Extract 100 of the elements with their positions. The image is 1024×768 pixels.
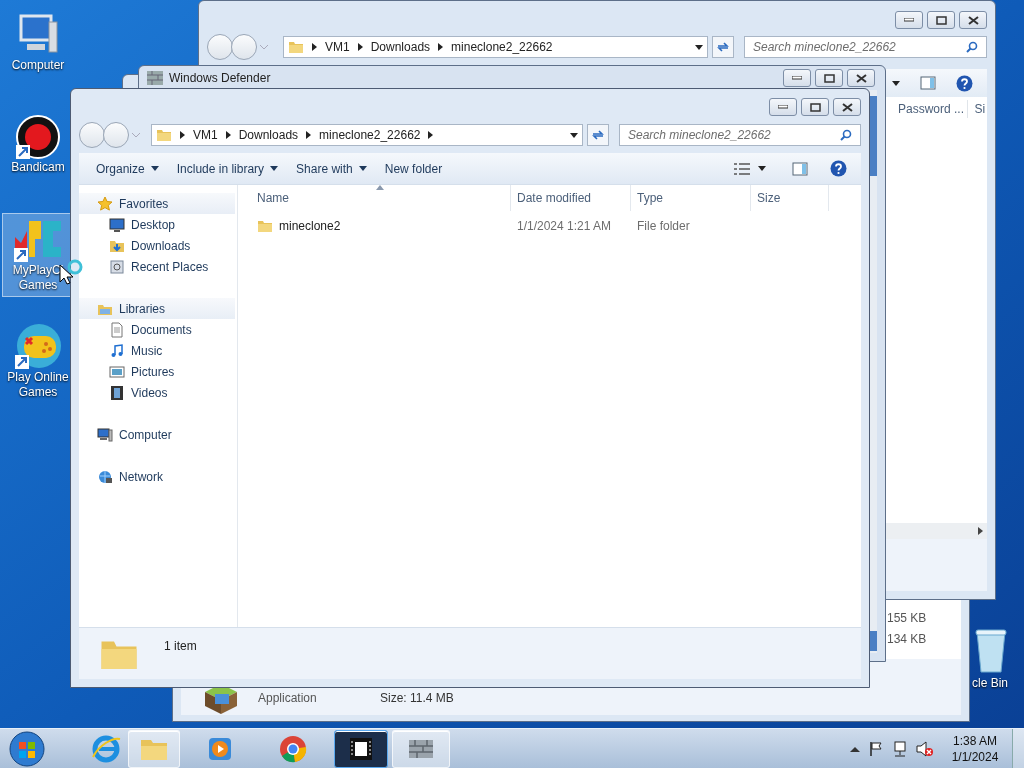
breadcrumb[interactable]: VM1 [193, 126, 218, 144]
column-header[interactable]: Date modified [511, 185, 631, 211]
search-field[interactable]: Search mineclone2_22662 [744, 36, 987, 58]
picture-icon [109, 363, 125, 380]
maximize-icon [823, 73, 835, 83]
help-icon[interactable] [956, 74, 973, 92]
column-header[interactable]: Password ... [898, 100, 969, 118]
window-title: Windows Defender [169, 70, 272, 87]
nav-item[interactable]: Computer [79, 424, 237, 445]
folder-icon [288, 39, 304, 55]
nav-item[interactable]: Libraries [79, 298, 235, 319]
minimize-button[interactable] [783, 69, 811, 87]
close-button[interactable] [833, 98, 861, 116]
breadcrumb-arrow-icon [438, 43, 444, 51]
gamepad-icon [14, 322, 62, 370]
column-header[interactable]: Size [751, 185, 829, 211]
breadcrumb-arrow-icon [306, 131, 312, 139]
breadcrumb-arrow-icon [357, 43, 363, 51]
column-header[interactable]: Si [974, 100, 987, 118]
scroll-right-icon [978, 527, 983, 535]
file-name-cell[interactable]: mineclone2 [238, 217, 511, 235]
close-button[interactable] [959, 11, 987, 29]
dropdown-arrow-icon [270, 166, 279, 171]
nav-item[interactable]: Music [79, 340, 237, 361]
refresh-button[interactable] [587, 124, 610, 146]
star-icon [97, 195, 113, 212]
file-size-cell-text: 134 KB [887, 630, 927, 648]
maximize-button[interactable] [815, 69, 843, 87]
toolbar-button[interactable]: Share with [287, 156, 376, 181]
breadcrumb[interactable]: Downloads [238, 126, 299, 144]
table-cell-text: 1/1/2024 1:21 AM [516, 218, 613, 235]
start-button[interactable] [7, 729, 47, 768]
taskbar-button[interactable] [334, 729, 388, 768]
close-icon [855, 73, 867, 83]
breadcrumb[interactable]: Downloads [370, 38, 431, 56]
refresh-button[interactable] [712, 36, 735, 58]
search-icon [840, 129, 852, 141]
help-icon[interactable] [830, 160, 847, 177]
clock[interactable]: 1:38 AM 1/1/2024 [944, 732, 1006, 765]
desktop-icon-label: cle Bin [971, 675, 1008, 692]
dropdown-arrow-icon [150, 166, 159, 171]
address-bar[interactable]: VM1 Downloads mineclone2_22662 [283, 36, 709, 58]
show-hidden-icons-icon[interactable] [850, 745, 860, 752]
minimize-icon [904, 18, 914, 22]
nav-item[interactable]: Videos [79, 382, 237, 403]
close-button[interactable] [847, 69, 875, 87]
file-type-text: Application [258, 690, 318, 707]
computer-icon [97, 426, 113, 443]
record-icon [15, 114, 61, 160]
breadcrumb-arrow-icon [428, 131, 434, 139]
maximize-button[interactable] [927, 11, 955, 29]
dropdown-arrow-icon [570, 132, 579, 138]
dropdown-arrow-icon [695, 44, 704, 50]
film-icon [109, 384, 125, 401]
breadcrumb[interactable]: mineclone2_22662 [319, 126, 421, 144]
table-cell-text: File folder [636, 218, 691, 235]
nav-item[interactable]: Network [79, 466, 237, 487]
breadcrumb[interactable]: mineclone2_22662 [451, 38, 553, 56]
minimize-icon [778, 105, 788, 109]
toolbar-button[interactable]: New folder [375, 156, 452, 181]
minimize-button[interactable] [769, 98, 797, 116]
minimize-icon [792, 76, 802, 80]
folder-icon [156, 127, 172, 143]
monitor-icon [109, 216, 125, 233]
folder-icon [257, 218, 273, 234]
nav-item[interactable]: Downloads [79, 235, 237, 256]
refresh-icon [591, 129, 606, 141]
network-icon[interactable] [892, 740, 908, 757]
refresh-icon [716, 41, 731, 53]
file-size-text: Size: 11.4 MB [380, 690, 454, 707]
recent-places-icon [109, 258, 125, 275]
dropdown-arrow-icon [358, 166, 367, 171]
nav-item[interactable]: Desktop [79, 214, 237, 235]
maximize-icon [809, 102, 821, 112]
maximize-button[interactable] [801, 98, 829, 116]
nav-item[interactable]: Documents [79, 319, 237, 340]
nav-item[interactable]: Favorites [79, 193, 235, 214]
search-field[interactable]: Search mineclone2_22662 [619, 124, 861, 146]
document-icon [109, 321, 125, 338]
network-icon [97, 468, 113, 485]
sort-arrow-icon [376, 185, 384, 190]
breadcrumb[interactable]: VM1 [325, 38, 350, 56]
address-bar[interactable]: VM1 Downloads mineclone2_22662 [151, 124, 584, 146]
breadcrumb-arrow-icon [225, 131, 231, 139]
nav-item[interactable]: Pictures [79, 361, 237, 382]
breadcrumb-arrow-icon [180, 131, 185, 139]
minimize-button[interactable] [895, 11, 923, 29]
dropdown-arrow-icon [758, 166, 766, 171]
horizontal-scrollbar[interactable] [885, 523, 987, 539]
music-note-icon [109, 342, 125, 359]
maximize-icon [935, 15, 947, 25]
toolbar-button[interactable]: Organize [87, 156, 168, 181]
flag-icon[interactable] [868, 740, 884, 757]
column-header[interactable]: Type [631, 185, 751, 211]
recycle-bin-icon [974, 628, 1008, 674]
dropdown-arrow-icon[interactable] [892, 80, 900, 86]
wall-icon [147, 71, 163, 85]
details-view-icon [734, 162, 750, 175]
speaker-muted-icon[interactable] [916, 740, 934, 757]
toolbar-button[interactable]: Include in library [167, 156, 288, 181]
